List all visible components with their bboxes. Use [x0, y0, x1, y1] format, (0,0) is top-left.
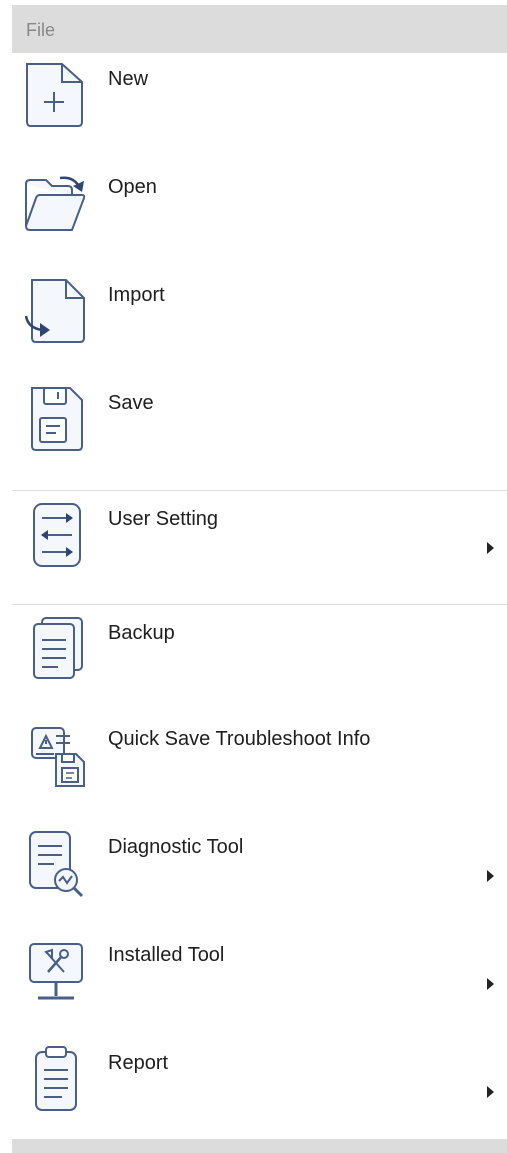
menu-item-installed-tool[interactable]: Installed Tool — [12, 936, 507, 1042]
submenu-arrow-icon — [487, 978, 494, 990]
report-icon — [22, 1044, 88, 1114]
submenu-arrow-icon — [487, 1086, 494, 1098]
menu-item-quick-save-troubleshoot[interactable]: Quick Save Troubleshoot Info — [12, 720, 507, 826]
submenu-arrow-icon — [487, 870, 494, 882]
diagnostic-icon — [22, 828, 88, 898]
menu-item-label: Installed Tool — [108, 944, 225, 966]
menu-item-save[interactable]: Save — [12, 384, 507, 490]
import-icon — [22, 276, 88, 346]
save-icon — [22, 384, 88, 454]
menu-item-label: New — [108, 68, 149, 90]
menu-item-label: Diagnostic Tool — [108, 836, 244, 858]
settings-sliders-icon — [22, 500, 88, 570]
menu-item-diagnostic-tool[interactable]: Diagnostic Tool — [12, 828, 507, 934]
file-menu-title: File — [26, 20, 56, 40]
menu-item-user-setting[interactable]: User Setting — [12, 500, 507, 606]
menu-item-label: Open — [108, 176, 157, 198]
menu-item-backup[interactable]: Backup — [12, 614, 507, 720]
open-folder-icon — [22, 168, 88, 238]
menu-item-import[interactable]: Import — [12, 276, 507, 382]
menu-item-label: Report — [108, 1052, 169, 1074]
menu-item-label: Quick Save Troubleshoot Info — [108, 728, 371, 750]
menu-divider — [12, 604, 507, 605]
menu-item-open[interactable]: Open — [12, 168, 507, 274]
submenu-arrow-icon — [487, 542, 494, 554]
menu-item-label: Backup — [108, 622, 175, 644]
new-file-icon — [22, 60, 88, 130]
installed-tool-icon — [22, 936, 88, 1006]
menu-divider — [12, 490, 507, 491]
menu-item-report[interactable]: Report — [12, 1044, 507, 1150]
backup-icon — [22, 614, 88, 684]
menu-item-label: Import — [108, 284, 165, 306]
menu-item-new[interactable]: New — [12, 60, 507, 166]
troubleshoot-save-icon — [22, 720, 88, 790]
menu-item-label: User Setting — [108, 508, 219, 530]
file-menu-header: File — [12, 5, 507, 53]
menu-item-label: Save — [108, 392, 154, 414]
menu-footer-bar — [12, 1139, 507, 1153]
